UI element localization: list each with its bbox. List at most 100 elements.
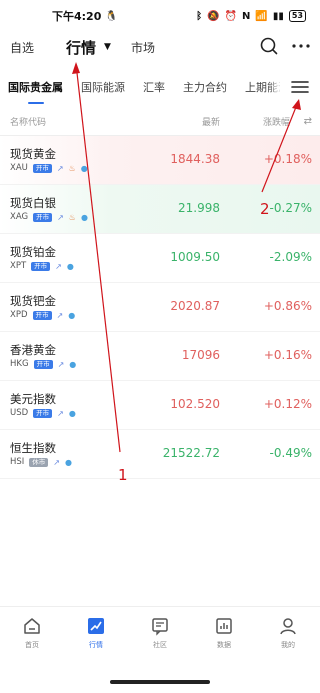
category-menu-button[interactable] [280,66,320,108]
column-change[interactable]: 涨跌幅 [263,115,290,128]
tab-main-contract[interactable]: 主力合约 [183,79,227,95]
bottom-nav: 首页 行情 社区 数据 我的 [0,606,320,658]
quote-name: 现货黄金 [10,147,56,161]
quote-row[interactable]: 恒生指数 HSI 休市 ↗ ● 21522.72 -0.49% [0,430,320,479]
market-status-badge: 开市 [33,212,53,222]
quote-sub: XAG 开市 ↗ ♨ ● [10,212,88,222]
column-latest[interactable]: 最新 [202,115,220,128]
quote-price: 17096 [181,348,220,362]
quote-row[interactable]: 现货黄金 XAU 开市 ↗ ♨ ● 1844.38 +0.18% [0,136,320,185]
nav-quotes[interactable]: 行情 [71,616,121,650]
home-icon [24,617,40,634]
globe-icon: ● [80,163,88,173]
market-status-badge: 休市 [29,457,49,467]
nav-data[interactable]: 数据 [199,616,249,650]
market-status-badge: 开市 [33,408,53,418]
quote-price: 2020.87 [170,299,220,313]
tab-quotes[interactable]: 行情 [66,37,96,58]
quote-change: +0.12% [263,397,312,411]
globe-icon: ● [66,261,74,271]
column-name-code[interactable]: 名称代码 [10,115,140,128]
quote-code: HKG [10,359,29,369]
quote-sub: XPT 开市 ↗ ● [10,261,74,271]
quote-change: +0.18% [263,152,312,166]
chart-trend-icon [88,617,104,634]
top-header: 自选 行情 ▼ 市场 [0,32,320,62]
category-tabs: 国际贵金属 国际能源 汇率 主力合约 上期能源 上海 [0,66,320,108]
globe-icon: ● [65,457,72,467]
nav-community[interactable]: 社区 [135,616,185,650]
mute-icon: 🔕 [207,10,220,22]
nav-home[interactable]: 首页 [7,616,57,650]
quote-row[interactable]: 现货铂金 XPT 开市 ↗ ● 1009.50 -2.09% [0,234,320,283]
community-icon [152,617,168,636]
tab-exchange-rate[interactable]: 汇率 [143,79,165,95]
quote-price: 21522.72 [162,446,220,460]
profile-icon [280,617,296,634]
market-status-badge: 开市 [33,359,53,369]
more-icon[interactable] [292,43,310,49]
quote-code: HSI [10,457,25,467]
globe-icon: ● [80,212,88,222]
quote-code: XPT [10,261,27,271]
trend-tag-icon: ↗ [56,163,64,173]
quote-price: 21.998 [178,201,220,215]
status-bar: 下午4:20 🐧 ᛒ 🔕 ⏰ N 📶 ▮▮ 53 [0,0,320,32]
quote-price: 1844.38 [170,152,220,166]
signal-icon: ▮▮ [272,10,284,22]
home-indicator[interactable] [110,680,210,684]
status-time: 下午4:20 [52,10,102,23]
tab-intl-precious-metals[interactable]: 国际贵金属 [8,79,63,95]
quote-sub: USD 开市 ↗ ● [10,408,76,418]
quote-sub: XAU 开市 ↗ ♨ ● [10,163,88,173]
quote-price: 1009.50 [170,250,220,264]
hot-tag-icon: ♨ [68,163,76,173]
menu-icon [291,81,309,93]
bluetooth-icon: ᛒ [196,10,203,22]
battery-icon: 53 [288,10,306,22]
quote-row[interactable]: 美元指数 USD 开市 ↗ ● 102.520 +0.12% [0,381,320,430]
nav-profile[interactable]: 我的 [263,616,313,650]
market-status-badge: 开市 [32,310,52,320]
wifi-icon: 📶 [255,10,268,22]
trend-tag-icon: ↗ [56,310,64,320]
quote-name: 香港黄金 [10,343,56,357]
tab-intl-energy[interactable]: 国际能源 [81,79,125,95]
market-status-badge: 开市 [32,163,52,173]
nav-quotes-label: 行情 [89,640,103,649]
nfc-icon: N [242,10,251,22]
trend-tag-icon: ↗ [55,261,62,271]
quote-sub: HKG 开市 ↗ ● [10,359,76,369]
column-header: 名称代码 最新 涨跌幅 ⇄ [0,108,320,136]
quote-change: +0.16% [263,348,312,362]
nav-data-label: 数据 [217,640,231,649]
quote-list: 现货黄金 XAU 开市 ↗ ♨ ● 1844.38 +0.18% 现货白银 XAG 开市 ↗ ♨ ● 21.… [0,136,320,479]
tab-market[interactable]: 市场 [131,39,155,56]
quote-sub: XPD 开市 ↗ ● [10,310,75,320]
hot-tag-icon: ♨ [68,212,76,222]
nav-profile-label: 我的 [281,640,295,649]
trend-tag-icon: ↗ [57,359,65,369]
quote-name: 现货钯金 [10,294,56,308]
quote-row[interactable]: 现货钯金 XPD 开市 ↗ ● 2020.87 +0.86% [0,283,320,332]
quote-row[interactable]: 现货白银 XAG 开市 ↗ ♨ ● 21.998 -0.27% [0,185,320,234]
market-status-badge: 开市 [31,261,51,271]
qq-icon: 🐧 [105,10,118,22]
quote-name: 美元指数 [10,392,56,406]
swap-icon[interactable]: ⇄ [304,116,312,127]
trend-tag-icon: ↗ [57,408,64,418]
chevron-down-icon[interactable]: ▼ [104,42,111,52]
quote-change: +0.86% [263,299,312,313]
annotation-label-2: 2 [260,200,270,218]
quote-row[interactable]: 香港黄金 HKG 开市 ↗ ● 17096 +0.16% [0,332,320,381]
globe-icon: ● [68,408,76,418]
search-icon[interactable] [260,37,278,55]
quote-price: 102.520 [170,397,220,411]
quote-name: 恒生指数 [10,441,56,455]
quote-change: -2.09% [269,250,312,264]
quote-change: -0.27% [269,201,312,215]
quote-code: XAU [10,163,28,173]
trend-tag-icon: ↗ [57,212,64,222]
alarm-icon: ⏰ [224,10,238,22]
tab-watchlist[interactable]: 自选 [10,39,34,56]
